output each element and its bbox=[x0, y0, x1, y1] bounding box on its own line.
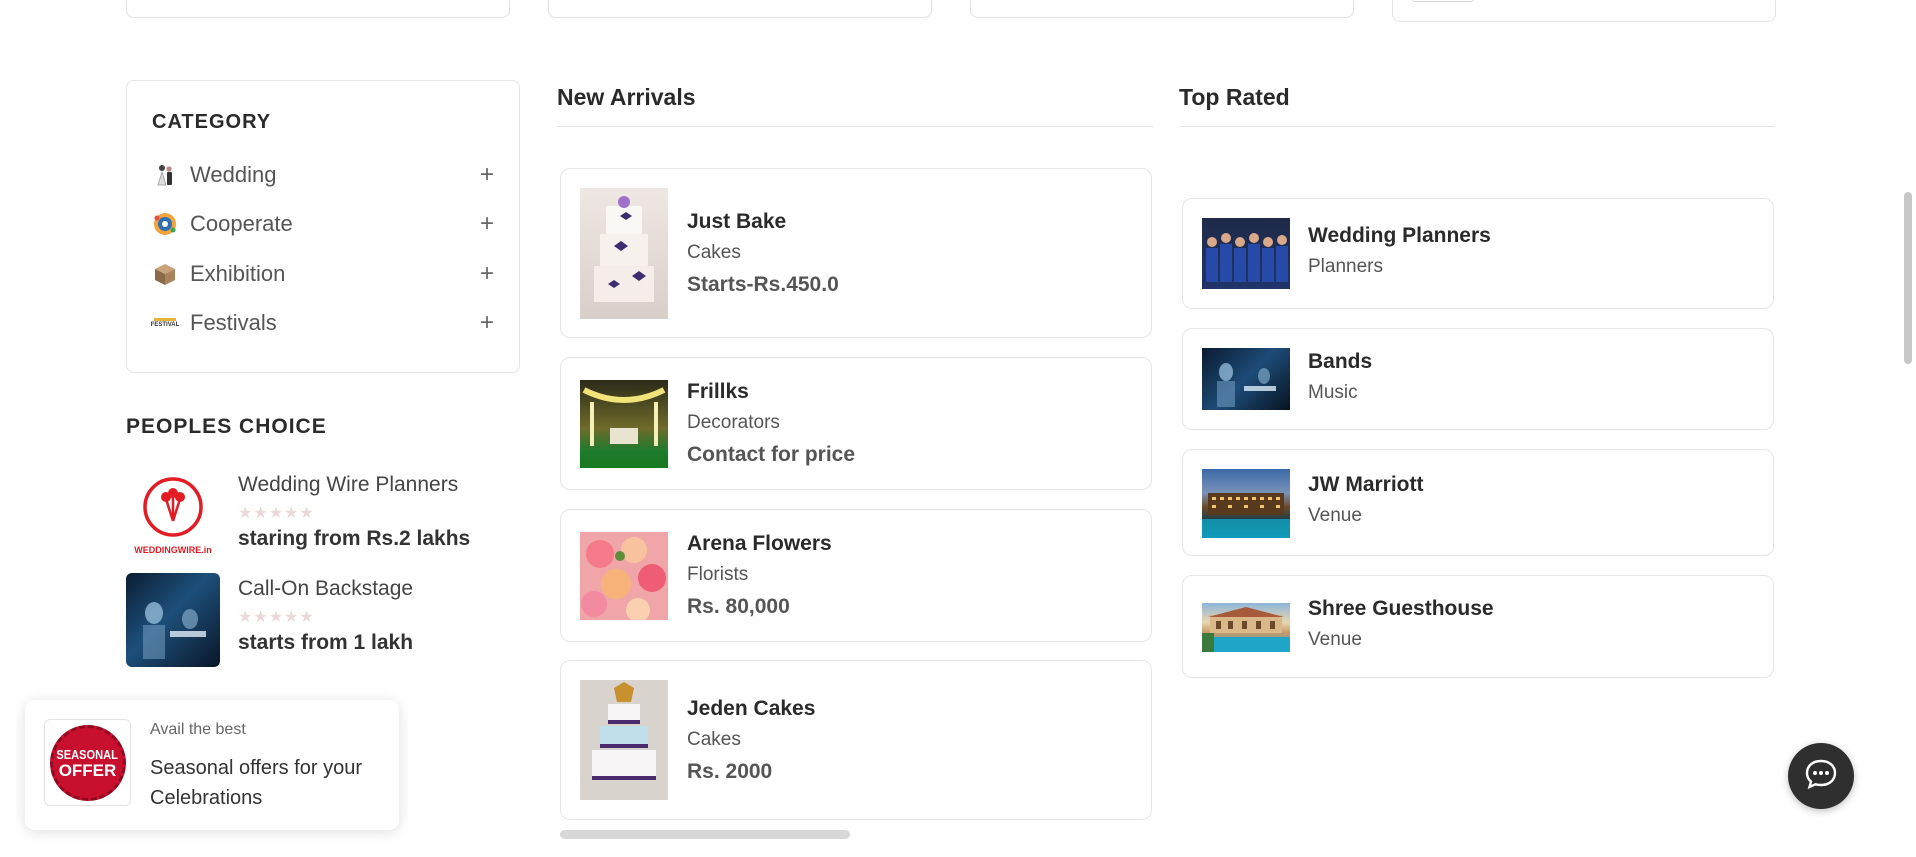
guesthouse-photo bbox=[1202, 603, 1290, 652]
badge-line-1: SEASONAL bbox=[56, 746, 119, 762]
wedding-couple-icon bbox=[152, 162, 178, 188]
product-name[interactable]: Jeden Cakes bbox=[687, 697, 815, 721]
festival-icon-text: FESTIVAL bbox=[150, 321, 180, 328]
category-title: CATEGORY bbox=[152, 111, 272, 133]
product-card-frillks[interactable]: Frillks Decorators Contact for price bbox=[560, 357, 1152, 490]
hotel-photo bbox=[1202, 469, 1290, 538]
backstage-photo bbox=[126, 573, 220, 667]
top-card-3 bbox=[970, 0, 1354, 18]
flowers-photo bbox=[580, 532, 668, 620]
product-name[interactable]: Wedding Planners bbox=[1308, 224, 1491, 248]
top-rated-card-bands[interactable]: Bands Music bbox=[1182, 328, 1774, 430]
product-category: Venue bbox=[1308, 629, 1362, 650]
top-card-2 bbox=[548, 0, 932, 18]
peoples-choice-item[interactable]: WEDDINGWIRE.in Wedding Wire Planners ★★★… bbox=[126, 469, 506, 564]
weddingwire-logo: WEDDINGWIRE.in bbox=[126, 469, 220, 563]
top-card-4 bbox=[1392, 0, 1776, 22]
planners-photo bbox=[1202, 218, 1290, 289]
product-price: Contact for price bbox=[687, 443, 856, 466]
peoples-choice-name[interactable]: Call-On Backstage bbox=[238, 577, 413, 601]
product-price: Rs. 80,000 bbox=[687, 595, 790, 618]
product-category: Cakes bbox=[687, 729, 741, 750]
exhibition-box-icon bbox=[152, 261, 178, 287]
product-name[interactable]: Bands bbox=[1308, 350, 1372, 374]
product-name[interactable]: Just Bake bbox=[687, 210, 786, 234]
peoples-choice-price: staring from Rs.2 lakhs bbox=[238, 527, 471, 550]
top-card-1 bbox=[126, 0, 510, 18]
category-item-wedding[interactable]: Wedding + bbox=[152, 159, 497, 191]
divider bbox=[557, 126, 1153, 127]
product-category: Venue bbox=[1308, 505, 1362, 526]
category-item-exhibition[interactable]: Exhibition + bbox=[152, 258, 497, 290]
product-name[interactable]: Frillks bbox=[687, 380, 749, 404]
rating-stars: ★★★★★ bbox=[238, 609, 315, 626]
festival-icon: FESTIVAL bbox=[150, 310, 180, 336]
top-rated-card-wedding-planners[interactable]: Wedding Planners Planners bbox=[1182, 198, 1774, 309]
product-category: Decorators bbox=[687, 412, 780, 433]
seasonal-offer-popup[interactable]: SEASONAL OFFER Avail the best Seasonal o… bbox=[25, 700, 399, 830]
product-price: Starts-Rs.450.0 bbox=[687, 273, 839, 296]
seasonal-offer-badge: SEASONAL OFFER bbox=[44, 719, 131, 806]
product-category: Florists bbox=[687, 564, 749, 585]
category-label: Cooperate bbox=[190, 211, 293, 236]
product-price: Rs. 2000 bbox=[687, 760, 773, 783]
peoples-choice-title: PEOPLES CHOICE bbox=[126, 415, 327, 438]
chat-button[interactable] bbox=[1788, 743, 1854, 809]
cake-photo bbox=[580, 680, 668, 800]
expand-plus-icon[interactable]: + bbox=[477, 260, 497, 288]
decoration-photo bbox=[580, 380, 668, 468]
peoples-choice-price: starts from 1 lakh bbox=[238, 631, 414, 654]
top-rated-title: Top Rated bbox=[1179, 84, 1290, 110]
product-name[interactable]: JW Marriott bbox=[1308, 473, 1424, 497]
divider bbox=[1179, 126, 1775, 127]
category-label: Wedding bbox=[190, 162, 277, 187]
product-category: Planners bbox=[1308, 256, 1383, 277]
chat-bubble-icon bbox=[1804, 758, 1838, 795]
category-label: Exhibition bbox=[190, 261, 286, 286]
category-item-cooperate[interactable]: Cooperate + bbox=[152, 208, 497, 240]
top-card-button[interactable] bbox=[1412, 0, 1474, 2]
product-card-just-bake[interactable]: Just Bake Cakes Starts-Rs.450.0 bbox=[560, 168, 1152, 338]
product-category: Music bbox=[1308, 382, 1358, 403]
vertical-scrollbar[interactable] bbox=[1904, 192, 1912, 364]
weddingwire-logo-text: WEDDINGWIRE.in bbox=[134, 545, 212, 555]
category-panel: CATEGORY Wedding + Cooperate + Exhibitio… bbox=[126, 80, 520, 373]
rating-stars: ★★★★★ bbox=[238, 505, 315, 522]
top-rated-card-jw-marriott[interactable]: JW Marriott Venue bbox=[1182, 449, 1774, 556]
product-card-jeden-cakes[interactable]: Jeden Cakes Cakes Rs. 2000 bbox=[560, 660, 1152, 820]
top-rated-card-shree-guesthouse[interactable]: Shree Guesthouse Venue bbox=[1182, 575, 1774, 678]
promo-subtitle: Avail the best bbox=[150, 721, 246, 738]
cooperate-icon bbox=[152, 211, 178, 237]
cake-photo bbox=[580, 188, 668, 319]
expand-plus-icon[interactable]: + bbox=[477, 161, 497, 189]
new-arrivals-title: New Arrivals bbox=[557, 84, 696, 110]
horizontal-scrollbar[interactable] bbox=[560, 830, 850, 839]
category-label: Festivals bbox=[190, 310, 277, 335]
category-item-festivals[interactable]: FESTIVAL Festivals + bbox=[150, 307, 497, 339]
expand-plus-icon[interactable]: + bbox=[477, 210, 497, 238]
band-photo bbox=[1202, 348, 1290, 410]
expand-plus-icon[interactable]: + bbox=[477, 309, 497, 337]
product-name[interactable]: Shree Guesthouse bbox=[1308, 597, 1494, 621]
peoples-choice-name[interactable]: Wedding Wire Planners bbox=[238, 473, 458, 497]
product-name[interactable]: Arena Flowers bbox=[687, 532, 832, 556]
peoples-choice-item[interactable]: Call-On Backstage ★★★★★ starts from 1 la… bbox=[126, 573, 506, 668]
product-card-arena-flowers[interactable]: Arena Flowers Florists Rs. 80,000 bbox=[560, 509, 1152, 642]
badge-line-2: OFFER bbox=[58, 760, 117, 780]
product-category: Cakes bbox=[687, 242, 741, 263]
promo-title: Seasonal offers for your Celebrations bbox=[150, 757, 362, 809]
